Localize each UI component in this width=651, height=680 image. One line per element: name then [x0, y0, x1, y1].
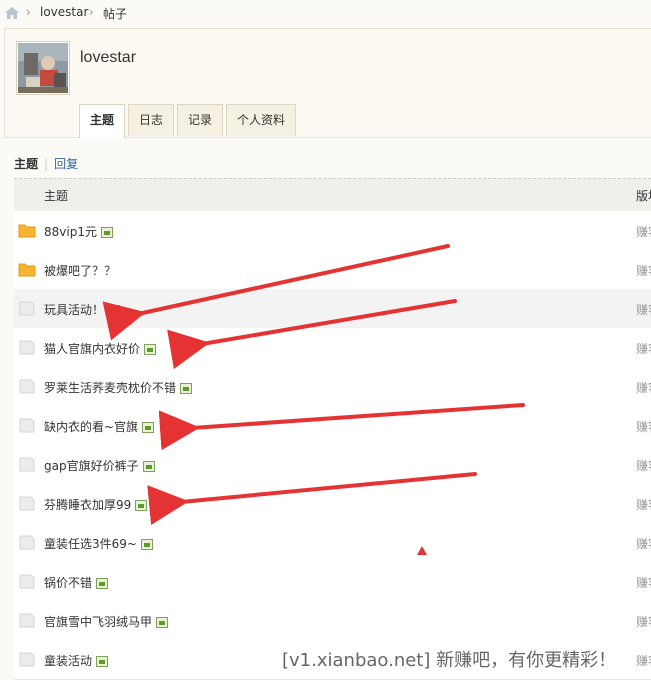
document-icon [18, 496, 36, 511]
document-icon [18, 379, 36, 394]
thread-title-text[interactable]: 锅价不错 [44, 576, 92, 590]
image-attachment-icon [180, 383, 193, 394]
breadcrumb-separator: › [89, 5, 94, 19]
folder-icon [18, 223, 36, 238]
thread-title-text[interactable]: gap官旗好价裤子 [44, 459, 139, 473]
thread-title-link[interactable]: 童装任选3件69~ [44, 535, 153, 552]
subtab-divider: | [44, 157, 49, 171]
red-triangle-marker [417, 546, 427, 555]
image-attachment-icon [100, 227, 113, 238]
thread-title-text[interactable]: 缺内衣的看~官旗 [44, 420, 138, 434]
image-attachment-icon [156, 617, 169, 628]
thread-title-link[interactable]: 88vip1元 [44, 223, 113, 240]
board-link[interactable]: 赚客 [636, 496, 651, 513]
board-link[interactable]: 赚客 [636, 301, 651, 318]
document-icon [18, 535, 36, 550]
thread-title-text[interactable]: 玩具活动！ [44, 303, 104, 317]
thread-title-text[interactable]: 芬腾睡衣加厚99 [44, 498, 131, 512]
table-row: 芬腾睡衣加厚99 赚客 [14, 484, 651, 524]
document-icon [18, 574, 36, 589]
document-icon [18, 652, 36, 667]
image-attachment-icon [144, 344, 157, 355]
board-link[interactable]: 赚客 [636, 613, 651, 630]
tab-profile[interactable]: 个人资料 [226, 104, 297, 136]
board-link[interactable]: 赚客 [636, 340, 651, 357]
thread-title-text[interactable]: 猫人官旗内衣好价 [44, 342, 140, 356]
board-link[interactable]: 赚客 [636, 262, 651, 279]
subtab-replies[interactable]: 回复 [54, 157, 78, 171]
document-icon [18, 613, 36, 628]
document-icon [18, 340, 36, 355]
table-row: 被爆吧了？？ 赚客 [14, 250, 651, 290]
thread-title-link[interactable]: 被爆吧了？？ [44, 262, 116, 279]
board-link[interactable]: 赚客 [636, 574, 651, 591]
column-header-board: 版块 [636, 189, 651, 203]
table-row: 官旗雪中飞羽绒马甲 赚客 [14, 601, 651, 641]
table-row: 锅价不错 赚客 [14, 562, 651, 602]
tab-topics[interactable]: 主题 [79, 104, 126, 138]
image-attachment-icon [108, 305, 121, 316]
home-icon[interactable] [4, 5, 20, 21]
avatar[interactable] [16, 41, 70, 95]
breadcrumb-user-link[interactable]: lovestar [40, 5, 88, 19]
board-link[interactable]: 赚客 [636, 379, 651, 396]
thread-title-link[interactable]: 锅价不错 [44, 574, 109, 591]
image-attachment-icon [96, 656, 109, 667]
table-row: 童装任选3件69~ 赚客 [14, 523, 651, 563]
thread-title-link[interactable]: 芬腾睡衣加厚99 [44, 496, 148, 513]
folder-icon [18, 262, 36, 277]
tab-records[interactable]: 记录 [177, 104, 224, 136]
table-row: 玩具活动！ 赚客 [14, 289, 651, 329]
table-row: gap官旗好价裤子 赚客 [14, 445, 651, 485]
thread-title-link[interactable]: gap官旗好价裤子 [44, 457, 155, 474]
table-row: 猫人官旗内衣好价 赚客 [14, 328, 651, 368]
table-header: 主题 版块 [14, 178, 651, 211]
image-attachment-icon [140, 539, 153, 550]
document-icon [18, 457, 36, 472]
document-icon [18, 301, 36, 316]
image-attachment-icon [135, 500, 148, 511]
board-link[interactable]: 赚客 [636, 223, 651, 240]
image-attachment-icon [96, 578, 109, 589]
board-link[interactable]: 赚客 [636, 457, 651, 474]
profile-username: lovestar [80, 49, 137, 66]
image-attachment-icon [142, 422, 155, 433]
tab-blog[interactable]: 日志 [128, 104, 175, 136]
subtab-topics[interactable]: 主题 [14, 157, 38, 171]
thread-title-text[interactable]: 被爆吧了？？ [44, 264, 116, 278]
table-row: 缺内衣的看~官旗 赚客 [14, 406, 651, 446]
column-header-topic: 主题 [44, 189, 69, 203]
thread-title-text[interactable]: 童装任选3件69~ [44, 537, 137, 551]
image-attachment-icon [142, 461, 155, 472]
board-link[interactable]: 赚客 [636, 652, 651, 669]
thread-title-text[interactable]: 童装活动 [44, 654, 92, 668]
board-link[interactable]: 赚客 [636, 418, 651, 435]
thread-title-link[interactable]: 玩具活动！ [44, 301, 121, 318]
breadcrumb: › lovestar › 帖子 [0, 0, 651, 26]
thread-title-link[interactable]: 猫人官旗内衣好价 [44, 340, 157, 357]
breadcrumb-current: 帖子 [103, 7, 128, 21]
table-row: 罗莱生活荞麦壳枕价不错 赚客 [14, 367, 651, 407]
thread-title-link[interactable]: 童装活动 [44, 652, 109, 669]
thread-title-text[interactable]: 罗莱生活荞麦壳枕价不错 [44, 381, 176, 395]
breadcrumb-separator: › [26, 5, 31, 19]
table-row: 88vip1元 赚客 [14, 211, 651, 251]
thread-title-text[interactable]: 88vip1元 [44, 225, 97, 239]
profile-tabs: 主题 日志 记录 个人资料 [79, 104, 299, 138]
document-icon [18, 418, 36, 433]
board-link[interactable]: 赚客 [636, 535, 651, 552]
profile-header: lovestar 主题 日志 记录 个人资料 [4, 28, 651, 138]
thread-title-link[interactable]: 官旗雪中飞羽绒马甲 [44, 613, 169, 630]
thread-title-text[interactable]: 官旗雪中飞羽绒马甲 [44, 615, 152, 629]
thread-title-link[interactable]: 罗莱生活荞麦壳枕价不错 [44, 379, 193, 396]
subtabs: 主题 | 回复 [14, 155, 78, 172]
thread-title-link[interactable]: 缺内衣的看~官旗 [44, 418, 155, 435]
watermark-text: [v1.xianbao.net] 新赚吧，有你更精彩！ [282, 650, 617, 671]
